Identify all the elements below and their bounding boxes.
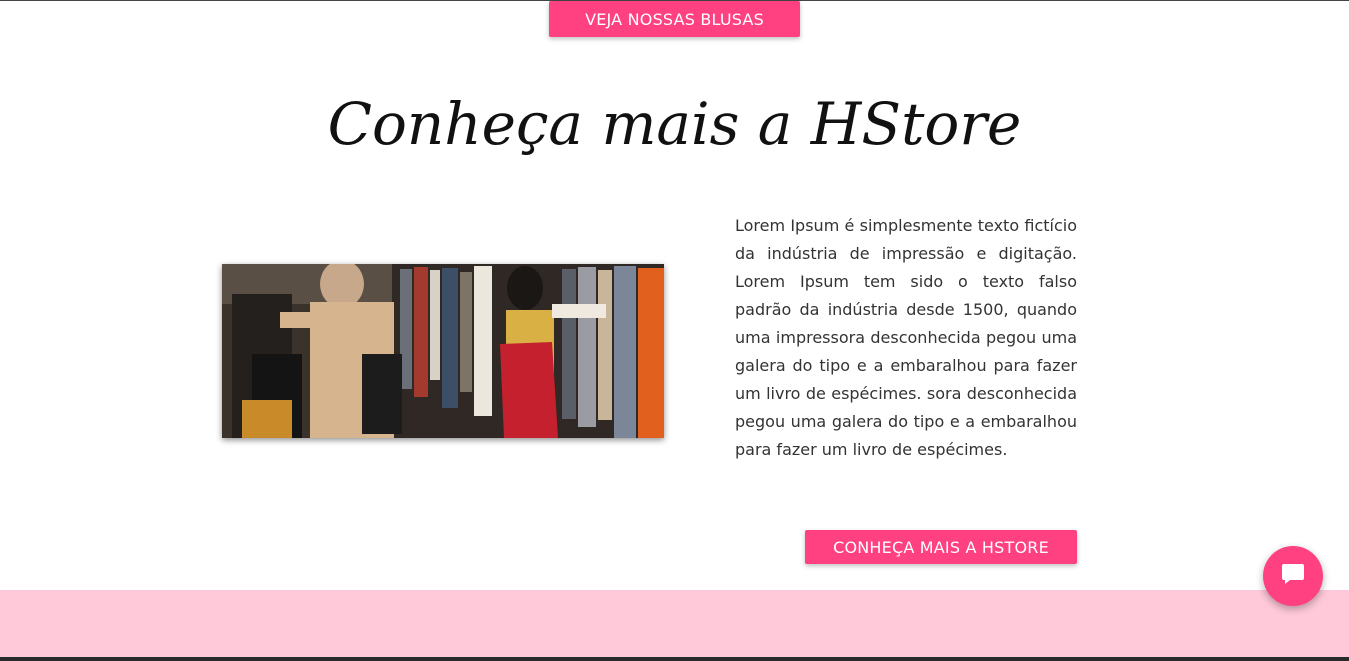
next-section-band <box>0 590 1349 661</box>
page: VEJA NOSSAS BLUSAS Conheça mais a HStore <box>0 0 1349 661</box>
bottom-strip <box>0 657 1349 661</box>
chat-button[interactable] <box>1263 546 1323 606</box>
learn-more-button[interactable]: CONHEÇA MAIS A HSTORE <box>805 530 1077 564</box>
store-photo <box>222 264 664 438</box>
see-blouses-button[interactable]: VEJA NOSSAS BLUSAS <box>549 1 800 37</box>
chat-bubble-icon <box>1281 563 1305 589</box>
section-title: Conheça mais a HStore <box>327 90 1022 158</box>
about-paragraph: Lorem Ipsum é simplesmente texto fictíci… <box>735 216 1077 459</box>
